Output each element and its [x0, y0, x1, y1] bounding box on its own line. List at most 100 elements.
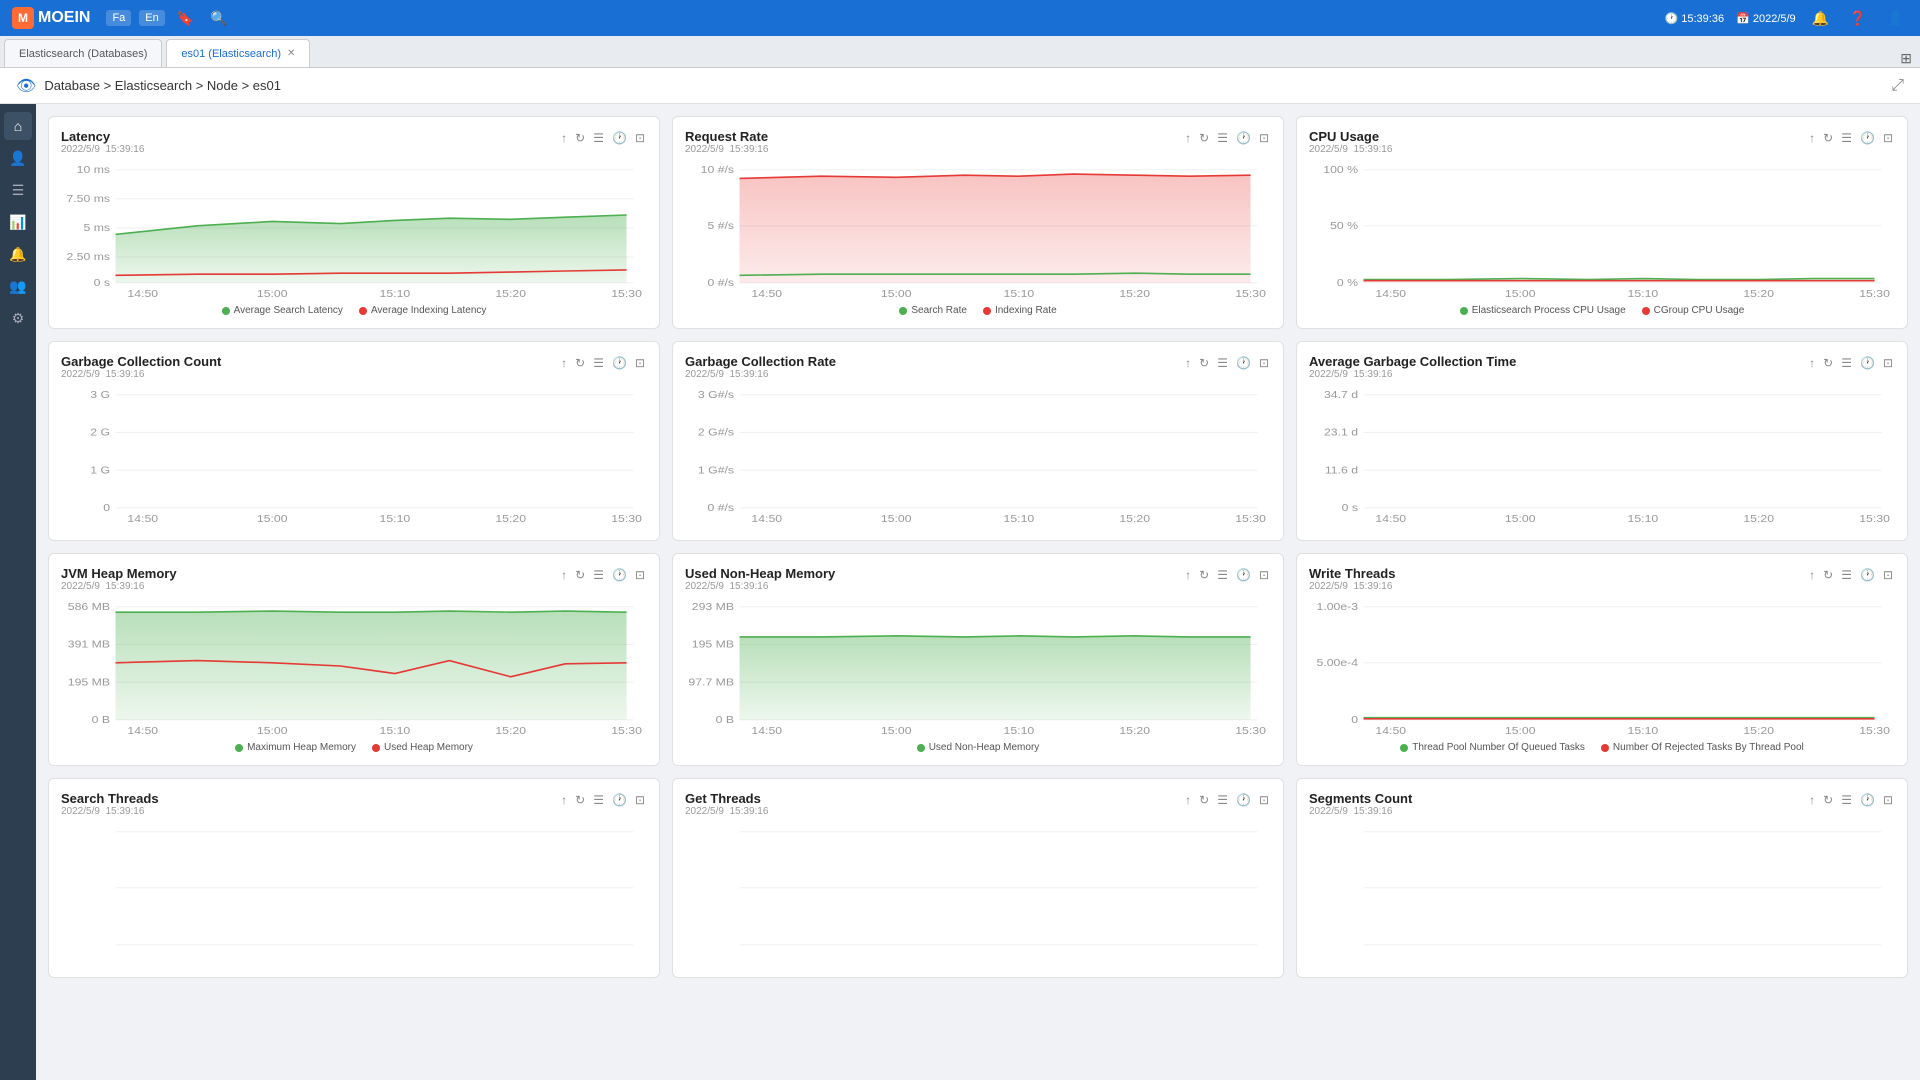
chart-download-btn-agc[interactable]: ⊡: [1881, 354, 1895, 372]
chart-refresh-btn-nh[interactable]: ↻: [1197, 566, 1211, 584]
chart-download-btn-gcc[interactable]: ⊡: [633, 354, 647, 372]
sidebar-item-chart[interactable]: 📊: [4, 208, 32, 236]
chart-download-btn-rr[interactable]: ⊡: [1257, 129, 1271, 147]
chart-refresh-btn-rr[interactable]: ↻: [1197, 129, 1211, 147]
chart-header-write-threads: Write Threads 2022/5/9 15:39:16 ↑ ↻ ☰ 🕐 …: [1309, 566, 1895, 592]
chart-panel-gc-rate: Garbage Collection Rate 2022/5/9 15:39:1…: [672, 341, 1284, 541]
chart-history-btn-wt[interactable]: 🕐: [1858, 566, 1877, 584]
tabs-expand-button[interactable]: ⊞: [1900, 50, 1920, 67]
sidebar-item-home[interactable]: ⌂: [4, 112, 32, 140]
chart-share-btn-gcc[interactable]: ↑: [559, 354, 569, 372]
chart-share-btn-st[interactable]: ↑: [559, 791, 569, 809]
chart-history-btn-gcr[interactable]: 🕐: [1234, 354, 1253, 372]
svg-text:15:20: 15:20: [495, 514, 526, 524]
svg-text:15:20: 15:20: [1743, 726, 1774, 736]
chart-history-btn-nh[interactable]: 🕐: [1234, 566, 1253, 584]
expand-icon[interactable]: ⤢: [1891, 77, 1904, 95]
chart-share-btn-gt[interactable]: ↑: [1183, 791, 1193, 809]
chart-menu-btn-rr[interactable]: ☰: [1215, 129, 1230, 147]
chart-download-button[interactable]: ⊡: [633, 129, 647, 147]
chart-menu-btn-gcr[interactable]: ☰: [1215, 354, 1230, 372]
chart-menu-btn-jvm[interactable]: ☰: [591, 566, 606, 584]
chart-download-btn-sc[interactable]: ⊡: [1881, 791, 1895, 809]
chart-download-btn-st[interactable]: ⊡: [633, 791, 647, 809]
chart-actions-non-heap: ↑ ↻ ☰ 🕐 ⊡: [1183, 566, 1271, 584]
chart-history-btn-gcc[interactable]: 🕐: [610, 354, 629, 372]
chart-menu-btn-nh[interactable]: ☰: [1215, 566, 1230, 584]
chart-menu-btn-gcc[interactable]: ☰: [591, 354, 606, 372]
chart-history-btn-sc[interactable]: 🕐: [1858, 791, 1877, 809]
chart-area-non-heap: 293 MB 195 MB 97.7 MB 0 B 14:50 15:00 15…: [685, 596, 1271, 736]
sidebar-item-list[interactable]: ☰: [4, 176, 32, 204]
chart-area-get-threads: [685, 821, 1271, 961]
navbar-right: 🕐 15:39:36 📅 2022/5/9 🔔 ❓ 👤: [1665, 8, 1909, 29]
app-name: MOEIN: [38, 9, 90, 27]
chart-share-btn-wt[interactable]: ↑: [1807, 566, 1817, 584]
svg-text:5 #/s: 5 #/s: [707, 221, 734, 232]
tab-es01-close[interactable]: ✕: [287, 48, 295, 59]
chart-history-btn-agc[interactable]: 🕐: [1858, 354, 1877, 372]
chart-share-btn-sc[interactable]: ↑: [1807, 791, 1817, 809]
chart-share-button[interactable]: ↑: [559, 129, 569, 147]
chart-refresh-btn-wt[interactable]: ↻: [1821, 566, 1835, 584]
svg-text:15:30: 15:30: [611, 514, 642, 524]
svg-text:14:50: 14:50: [751, 514, 782, 524]
chart-refresh-btn-st[interactable]: ↻: [573, 791, 587, 809]
search-icon-button[interactable]: 🔍: [206, 8, 231, 29]
chart-download-btn-nh[interactable]: ⊡: [1257, 566, 1271, 584]
chart-share-btn-cpu[interactable]: ↑: [1807, 129, 1817, 147]
chart-download-btn-wt[interactable]: ⊡: [1881, 566, 1895, 584]
chart-refresh-btn-cpu[interactable]: ↻: [1821, 129, 1835, 147]
tab-databases[interactable]: Elasticsearch (Databases): [4, 39, 162, 67]
chart-share-btn-rr[interactable]: ↑: [1183, 129, 1193, 147]
chart-share-btn-nh[interactable]: ↑: [1183, 566, 1193, 584]
chart-refresh-btn-gcc[interactable]: ↻: [573, 354, 587, 372]
sidebar-item-settings[interactable]: ⚙: [4, 304, 32, 332]
chart-menu-button[interactable]: ☰: [591, 129, 606, 147]
chart-share-btn-jvm[interactable]: ↑: [559, 566, 569, 584]
chart-history-btn-rr[interactable]: 🕐: [1234, 129, 1253, 147]
bookmark-icon-button[interactable]: 🔖: [173, 8, 198, 29]
chart-refresh-btn-jvm[interactable]: ↻: [573, 566, 587, 584]
chart-refresh-button[interactable]: ↻: [573, 129, 587, 147]
chart-refresh-btn-agc[interactable]: ↻: [1821, 354, 1835, 372]
chart-menu-btn-cpu[interactable]: ☰: [1839, 129, 1854, 147]
app-logo: M MOEIN: [12, 7, 90, 29]
chart-panel-latency: Latency 2022/5/9 15:39:16 ↑ ↻ ☰ 🕐 ⊡: [48, 116, 660, 329]
chart-share-btn-gcr[interactable]: ↑: [1183, 354, 1193, 372]
tab-es01[interactable]: es01 (Elasticsearch) ✕: [166, 39, 310, 67]
svg-text:15:00: 15:00: [257, 726, 288, 736]
legend-dot-indexing-rate: [983, 307, 991, 315]
chart-menu-btn-wt[interactable]: ☰: [1839, 566, 1854, 584]
help-button[interactable]: ❓: [1845, 8, 1870, 29]
chart-refresh-btn-gcr[interactable]: ↻: [1197, 354, 1211, 372]
chart-menu-btn-gt[interactable]: ☰: [1215, 791, 1230, 809]
chart-download-btn-jvm[interactable]: ⊡: [633, 566, 647, 584]
chart-history-btn-gt[interactable]: 🕐: [1234, 791, 1253, 809]
sidebar-item-group[interactable]: 👥: [4, 272, 32, 300]
sidebar-item-bell[interactable]: 🔔: [4, 240, 32, 268]
chart-actions-request-rate: ↑ ↻ ☰ 🕐 ⊡: [1183, 129, 1271, 147]
chart-history-btn-cpu[interactable]: 🕐: [1858, 129, 1877, 147]
svg-text:15:10: 15:10: [1004, 726, 1035, 736]
legend-label-indexing-rate: Indexing Rate: [995, 305, 1057, 316]
user-button[interactable]: 👤: [1883, 8, 1908, 29]
lang-en-button[interactable]: En: [139, 10, 164, 26]
chart-refresh-btn-gt[interactable]: ↻: [1197, 791, 1211, 809]
legend-dot-es-cpu: [1460, 307, 1468, 315]
lang-fa-button[interactable]: Fa: [106, 10, 131, 26]
chart-history-button[interactable]: 🕐: [610, 129, 629, 147]
chart-refresh-btn-sc[interactable]: ↻: [1821, 791, 1835, 809]
chart-history-btn-jvm[interactable]: 🕐: [610, 566, 629, 584]
chart-share-btn-agc[interactable]: ↑: [1807, 354, 1817, 372]
chart-download-btn-gcr[interactable]: ⊡: [1257, 354, 1271, 372]
chart-download-btn-gt[interactable]: ⊡: [1257, 791, 1271, 809]
chart-history-btn-st[interactable]: 🕐: [610, 791, 629, 809]
chart-menu-btn-agc[interactable]: ☰: [1839, 354, 1854, 372]
sidebar-item-users[interactable]: 👤: [4, 144, 32, 172]
notifications-button[interactable]: 🔔: [1808, 8, 1833, 29]
svg-text:1.00e-3: 1.00e-3: [1316, 602, 1358, 613]
chart-menu-btn-st[interactable]: ☰: [591, 791, 606, 809]
chart-download-btn-cpu[interactable]: ⊡: [1881, 129, 1895, 147]
chart-menu-btn-sc[interactable]: ☰: [1839, 791, 1854, 809]
